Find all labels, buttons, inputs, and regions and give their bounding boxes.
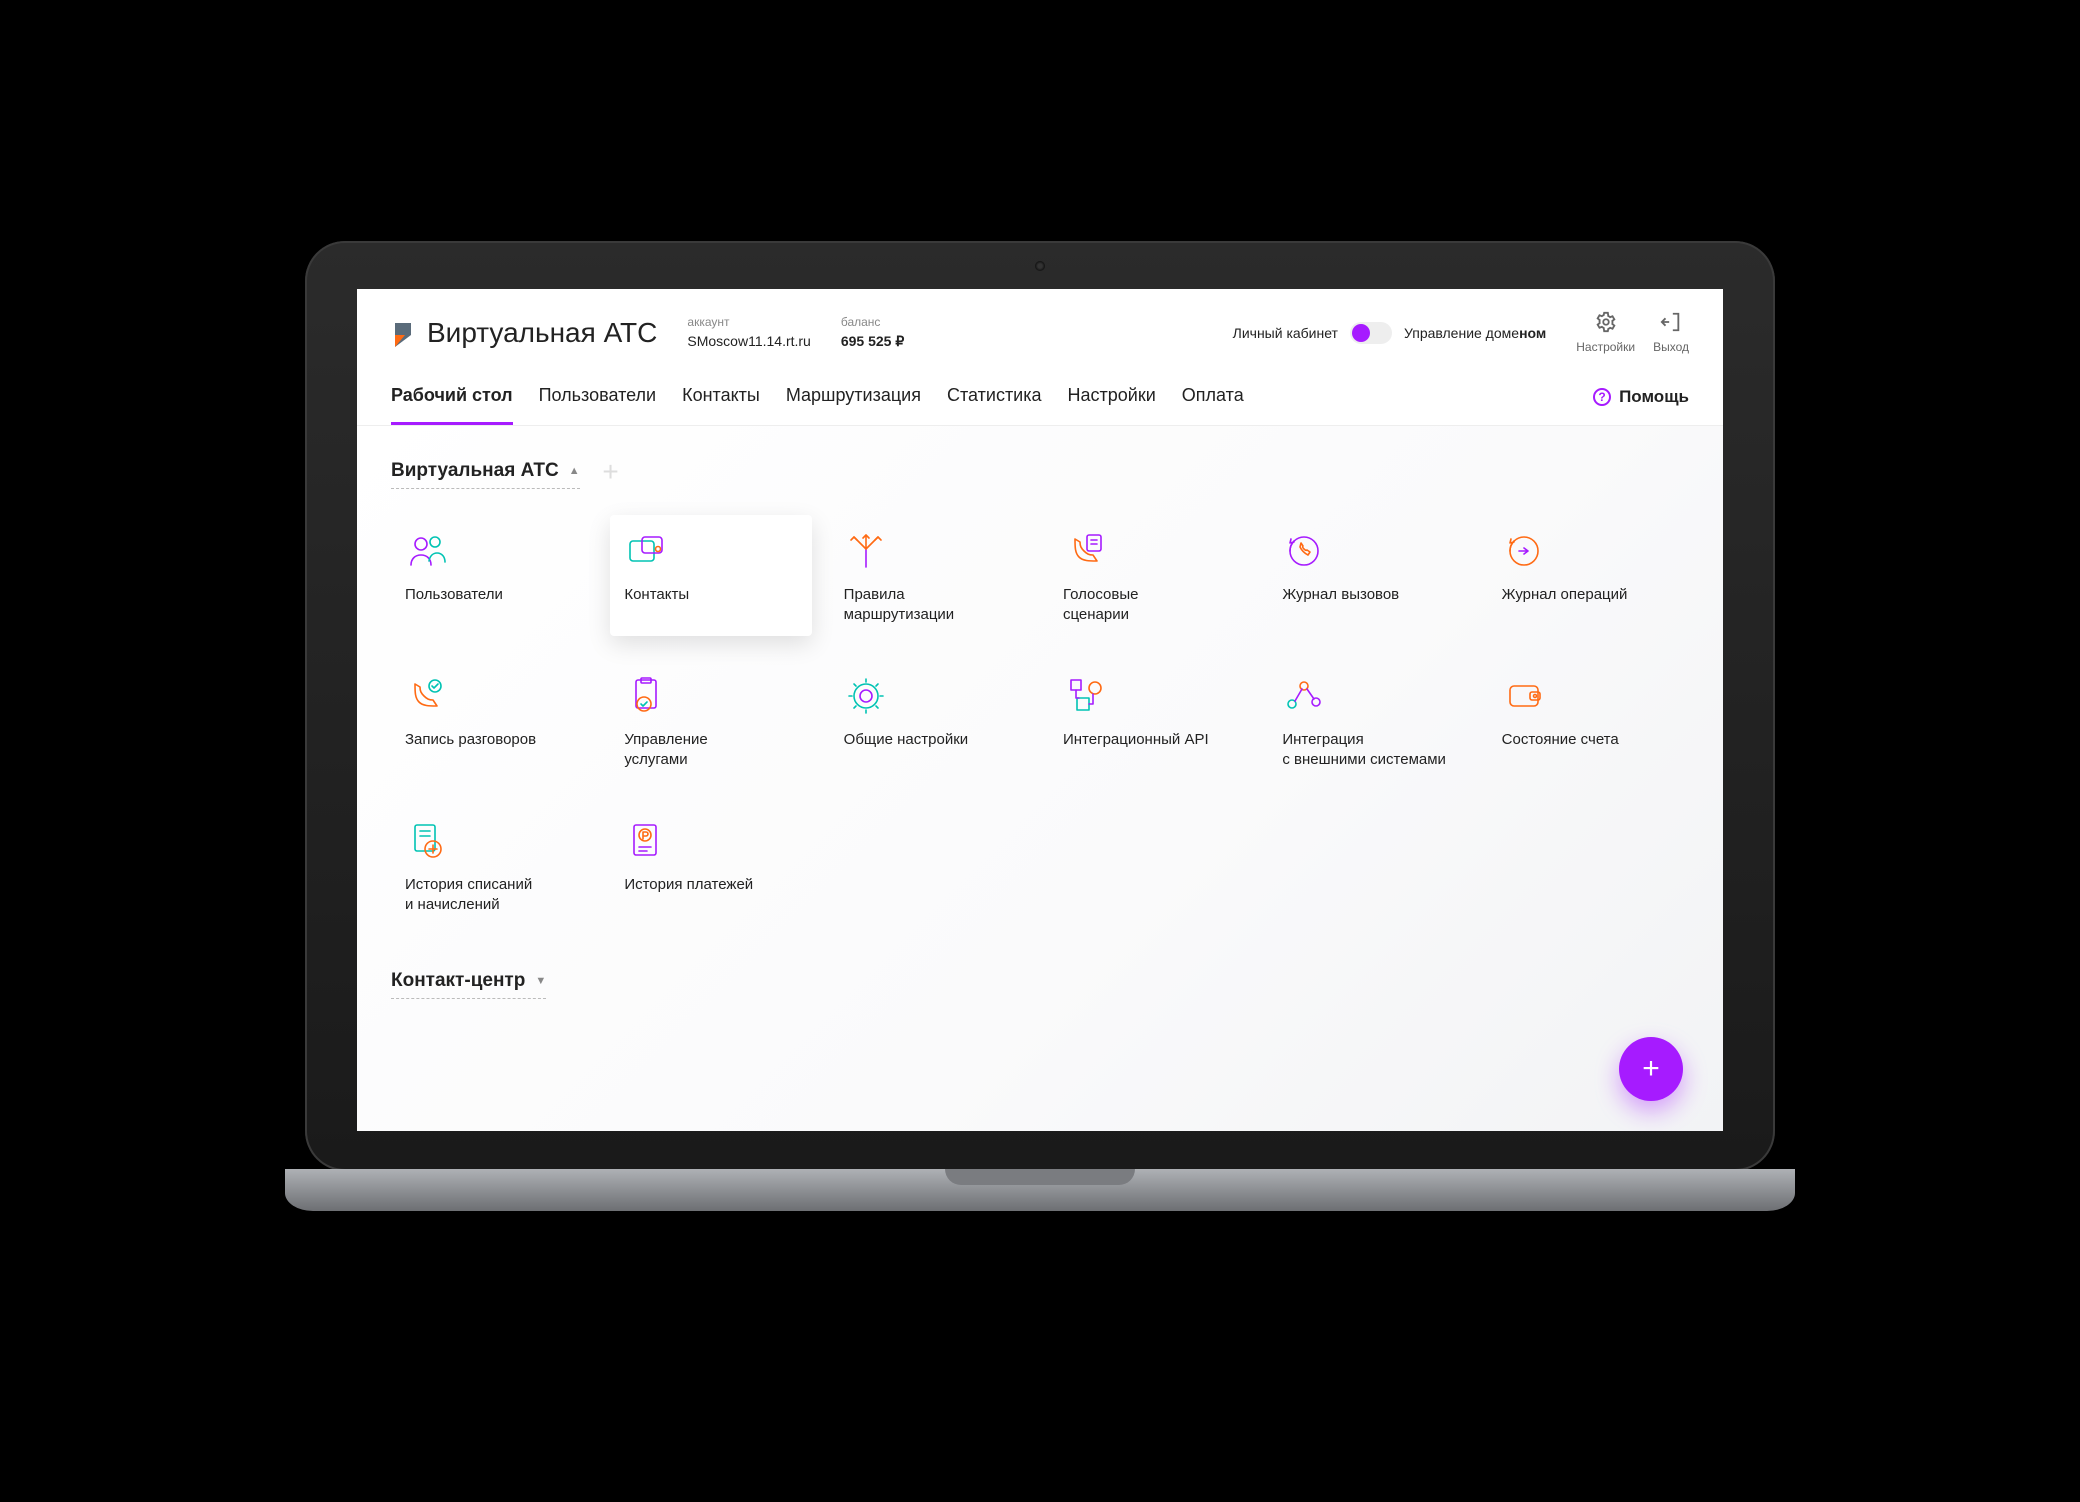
camera-dot	[1035, 261, 1045, 271]
main-content: Виртуальная АТС ▲ + Пользователи	[357, 426, 1723, 1131]
tab-contacts[interactable]: Контакты	[682, 385, 760, 425]
app-title: Виртуальная АТС	[427, 317, 657, 349]
charges-history-icon	[405, 819, 449, 863]
tile-integration-api[interactable]: Интеграционный API	[1049, 660, 1250, 781]
tile-general-settings[interactable]: Общие настройки	[830, 660, 1031, 781]
mode-switch: Личный кабинет Управление доменом	[1233, 322, 1547, 344]
logo-mark-icon	[391, 317, 417, 349]
tab-dashboard[interactable]: Рабочий стол	[391, 385, 513, 425]
help-icon: ?	[1593, 388, 1611, 406]
tile-voice-scenarios[interactable]: Голосовые сценарии	[1049, 515, 1250, 636]
app-screen: Виртуальная АТС аккаунт SMoscow11.14.rt.…	[357, 289, 1723, 1131]
tile-operations-log[interactable]: Журнал операций	[1488, 515, 1689, 636]
tab-payment[interactable]: Оплата	[1182, 385, 1244, 425]
tile-label: Журнал вызовов	[1282, 586, 1399, 603]
gear-icon	[1595, 311, 1617, 336]
balance-value: 695 525 ₽	[841, 331, 904, 352]
section-vpbx-title: Виртуальная АТС	[391, 460, 559, 482]
mode-toggle[interactable]	[1350, 322, 1392, 344]
balance-block: баланс 695 525 ₽	[841, 313, 904, 352]
tile-label: История списаний	[405, 876, 532, 893]
tile-label: Журнал операций	[1502, 586, 1628, 603]
mode-personal-label: Личный кабинет	[1233, 325, 1338, 341]
tile-label: История платежей	[624, 876, 753, 893]
tile-service-mgmt[interactable]: Управление услугами	[610, 660, 811, 781]
users-icon	[405, 529, 449, 573]
tile-grid: Пользователи Контакты Правила маршрутизац…	[391, 515, 1689, 926]
logout-label: Выход	[1653, 340, 1689, 354]
tile-external-integration[interactable]: Интеграция с внешними системами	[1268, 660, 1469, 781]
tile-label2: маршрутизации	[844, 605, 1019, 625]
account-label: аккаунт	[687, 313, 810, 331]
laptop-bezel: Виртуальная АТС аккаунт SMoscow11.14.rt.…	[305, 241, 1775, 1171]
tile-label: Контакты	[624, 586, 689, 603]
tab-stats[interactable]: Статистика	[947, 385, 1042, 425]
tile-label: Правила	[844, 586, 905, 603]
add-section-button[interactable]: +	[602, 456, 618, 488]
laptop-base	[285, 1169, 1795, 1211]
balance-label: баланс	[841, 313, 904, 331]
tab-users[interactable]: Пользователи	[539, 385, 656, 425]
wallet-icon	[1502, 674, 1546, 718]
account-block: аккаунт SMoscow11.14.rt.ru	[687, 313, 810, 352]
tab-bar: Рабочий стол Пользователи Контакты Маршр…	[357, 369, 1723, 426]
tile-account-balance[interactable]: Состояние счета	[1488, 660, 1689, 781]
header-bar: Виртуальная АТС аккаунт SMoscow11.14.rt.…	[357, 289, 1723, 369]
recording-icon	[405, 674, 449, 718]
tab-settings[interactable]: Настройки	[1068, 385, 1156, 425]
section-vpbx-toggle[interactable]: Виртуальная АТС ▲	[391, 460, 580, 489]
mode-domain-label: Управление доменом	[1404, 325, 1546, 341]
tile-label2: сценарии	[1063, 605, 1238, 625]
laptop-mockup: Виртуальная АТС аккаунт SMoscow11.14.rt.…	[285, 241, 1795, 1261]
contacts-icon	[624, 529, 668, 573]
tile-label: Интеграция	[1282, 731, 1363, 748]
payment-history-icon	[624, 819, 668, 863]
tile-routing-rules[interactable]: Правила маршрутизации	[830, 515, 1031, 636]
app-logo[interactable]: Виртуальная АТС	[391, 317, 657, 349]
external-integration-icon	[1282, 674, 1326, 718]
tile-call-log[interactable]: Журнал вызовов	[1268, 515, 1469, 636]
tile-label: Запись разговоров	[405, 731, 536, 748]
tile-users[interactable]: Пользователи	[391, 515, 592, 636]
settings-label: Настройки	[1576, 340, 1635, 354]
tile-contacts[interactable]: Контакты	[610, 515, 811, 636]
tile-label: Общие настройки	[844, 731, 969, 748]
fab-add-button[interactable]: +	[1619, 1037, 1683, 1101]
account-value: SMoscow11.14.rt.ru	[687, 331, 810, 352]
tile-charges-history[interactable]: История списаний и начислений	[391, 805, 592, 926]
tab-routing[interactable]: Маршрутизация	[786, 385, 921, 425]
tile-label: Голосовые	[1063, 586, 1139, 603]
tile-label: Состояние счета	[1502, 731, 1619, 748]
routing-icon	[844, 529, 888, 573]
help-label: Помощь	[1619, 387, 1689, 407]
help-link[interactable]: ? Помощь	[1593, 387, 1689, 423]
laptop-hinge-notch	[945, 1169, 1135, 1185]
section-contact-center-title: Контакт-центр	[391, 970, 525, 992]
tile-label: Интеграционный API	[1063, 731, 1209, 748]
api-icon	[1063, 674, 1107, 718]
settings-gear-icon	[844, 674, 888, 718]
plus-icon: +	[1642, 1052, 1660, 1086]
tile-label2: и начислений	[405, 895, 580, 915]
tile-label: Пользователи	[405, 586, 503, 603]
service-mgmt-icon	[624, 674, 668, 718]
tile-label: Управление	[624, 731, 707, 748]
tile-payment-history[interactable]: История платежей	[610, 805, 811, 926]
operations-log-icon	[1502, 529, 1546, 573]
section-contact-center-toggle[interactable]: Контакт-центр ▼	[391, 970, 546, 999]
tile-label2: услугами	[624, 750, 799, 770]
voice-scenario-icon	[1063, 529, 1107, 573]
tile-label2: с внешними системами	[1282, 750, 1457, 770]
logout-icon	[1660, 311, 1682, 336]
call-log-icon	[1282, 529, 1326, 573]
caret-up-icon: ▲	[569, 465, 580, 477]
caret-down-icon: ▼	[535, 975, 546, 987]
logout-button[interactable]: Выход	[1653, 311, 1689, 354]
settings-button[interactable]: Настройки	[1576, 311, 1635, 354]
tile-call-recording[interactable]: Запись разговоров	[391, 660, 592, 781]
